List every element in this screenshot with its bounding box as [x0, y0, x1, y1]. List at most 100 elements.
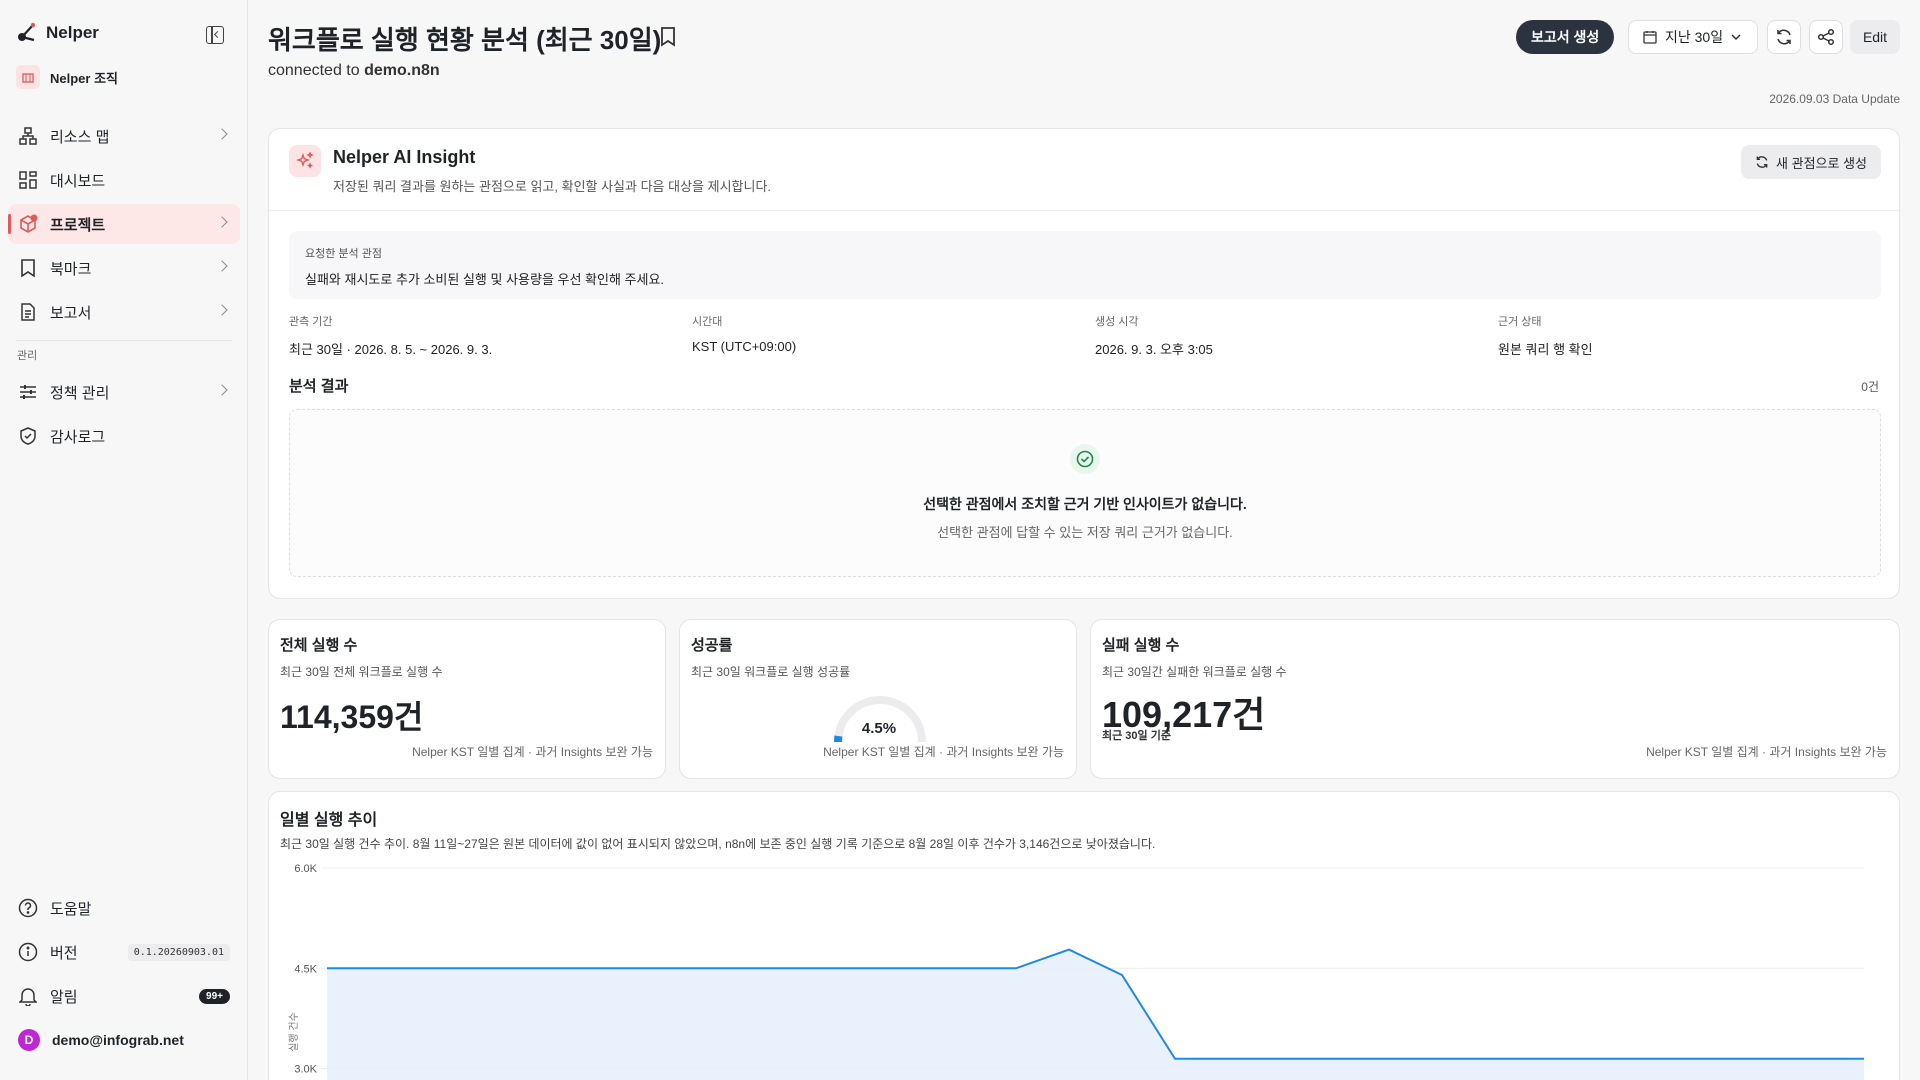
data-point[interactable]	[1014, 966, 1019, 971]
data-point[interactable]	[1120, 972, 1125, 977]
sidebar-item-resource-map[interactable]: 리소스 맵	[8, 116, 240, 156]
generate-report-button[interactable]: 보고서 생성	[1516, 20, 1615, 54]
chevron-down-icon	[1731, 34, 1741, 41]
result-title: 분석 결과	[289, 378, 349, 395]
alerts-badge: 99+	[199, 988, 230, 1004]
share-button[interactable]	[1809, 20, 1843, 54]
connection-prefix: connected to	[268, 62, 365, 79]
section-label-admin: 관리	[17, 350, 38, 362]
user-menu[interactable]: D demo@infograb.net	[8, 1020, 240, 1060]
sidebar-item-label: 북마크	[50, 260, 92, 278]
refresh-icon	[1777, 29, 1791, 45]
data-point[interactable]	[484, 966, 489, 971]
sidebar-item-report[interactable]: 보고서	[8, 292, 240, 332]
chevron-right-icon	[216, 128, 228, 140]
kpi-subtitle: 최근 30일간 실패한 워크플로 실행 수	[1102, 665, 1287, 679]
data-point[interactable]	[855, 966, 860, 971]
data-point[interactable]	[1173, 1056, 1178, 1061]
data-point[interactable]	[908, 966, 913, 971]
resource-map-icon	[18, 126, 38, 146]
sidebar-item-label: 도움말	[50, 900, 92, 918]
brand[interactable]: Nelper	[16, 22, 99, 44]
edit-button[interactable]: Edit	[1850, 20, 1900, 54]
org-name: Nelper 조직	[50, 70, 118, 86]
org-switcher[interactable]: Nelper 조직	[16, 65, 118, 89]
data-point[interactable]	[961, 966, 966, 971]
data-point[interactable]	[1279, 1056, 1284, 1061]
refresh-button[interactable]	[1767, 20, 1801, 54]
kpi-failed-executions: 실패 실행 수 최근 30일간 실패한 워크플로 실행 수 109,217건 최…	[1090, 619, 1900, 779]
kpi-title: 전체 실행 수	[280, 637, 358, 654]
data-point[interactable]	[537, 966, 542, 971]
new-perspective-button[interactable]: 새 관점으로 생성	[1741, 145, 1881, 179]
data-point[interactable]	[802, 966, 807, 971]
sidebar-item-help[interactable]: 도움말	[8, 888, 240, 928]
sidebar-item-audit-log[interactable]: 감사로그	[8, 416, 240, 456]
insight-header: Nelper AI Insight 저장된 쿼리 결과를 원하는 관점으로 읽고…	[269, 129, 1899, 211]
bookmark-toggle-icon[interactable]	[659, 26, 677, 48]
data-point[interactable]	[1862, 1056, 1867, 1061]
data-point[interactable]	[590, 966, 595, 971]
calendar-icon	[1643, 31, 1657, 44]
meta-label: 생성 시각	[1095, 316, 1139, 328]
data-point[interactable]	[1809, 1056, 1814, 1061]
data-point[interactable]	[1703, 1056, 1708, 1061]
y-tick-label: 3.0K	[294, 1064, 317, 1076]
meta-label: 관측 기간	[289, 316, 333, 328]
data-point[interactable]	[1544, 1056, 1549, 1061]
insight-description: 저장된 쿼리 결과를 원하는 관점으로 읽고, 확인할 사실과 다음 대상을 제…	[333, 179, 772, 194]
connection-target[interactable]: demo.n8n	[364, 62, 440, 79]
data-point[interactable]	[1226, 1056, 1231, 1061]
kpi-total-executions: 전체 실행 수 최근 30일 전체 워크플로 실행 수 114,359건 Nel…	[268, 619, 666, 779]
check-circle-icon	[1070, 444, 1100, 474]
data-point[interactable]	[1491, 1056, 1496, 1061]
bell-icon	[18, 986, 38, 1006]
bookmark-icon	[18, 258, 38, 278]
sidebar-item-label: 버전	[50, 944, 78, 962]
date-range-label: 지난 30일	[1665, 29, 1724, 45]
meta-label: 근거 상태	[1498, 316, 1542, 328]
date-range-select[interactable]: 지난 30일	[1628, 20, 1758, 54]
sidebar-item-dashboard[interactable]: 대시보드	[8, 160, 240, 200]
kpi-success-rate: 성공률 최근 30일 워크플로 실행 성공률 4.5% Nelper KST 일…	[679, 619, 1077, 779]
connection-info: connected to demo.n8n	[268, 62, 440, 80]
meta-evidence-status: 근거 상태 원본 쿼리 행 확인	[1498, 313, 1593, 358]
sidebar-item-label: 프로젝트	[50, 216, 106, 234]
help-circle-icon	[18, 898, 38, 918]
data-point[interactable]	[325, 966, 330, 971]
nelper-logo-icon	[18, 22, 36, 42]
version-tag: 0.1.20260903.01	[127, 943, 230, 961]
data-point[interactable]	[1597, 1056, 1602, 1061]
kpi-value: 4.5%	[861, 720, 897, 737]
user-email: demo@infograb.net	[52, 1032, 184, 1048]
sidebar-item-project[interactable]: 프로젝트	[8, 204, 240, 244]
sidebar-collapse-icon[interactable]	[206, 26, 224, 44]
kpi-title: 실패 실행 수	[1102, 637, 1180, 654]
sidebar-item-alerts[interactable]: 알림 99+	[8, 976, 240, 1016]
bottom-nav: 도움말 버전 0.1.20260903.01 알림 99+ D demo@inf…	[8, 888, 240, 1060]
data-point[interactable]	[1332, 1056, 1337, 1061]
ai-insight-card: Nelper AI Insight 저장된 쿼리 결과를 원하는 관점으로 읽고…	[268, 128, 1900, 599]
trend-title: 일별 실행 추이	[280, 812, 378, 829]
shield-check-icon	[18, 426, 38, 446]
sidebar-item-policy[interactable]: 정책 관리	[8, 372, 240, 412]
empty-title: 선택한 관점에서 조치할 근거 기반 인사이트가 없습니다.	[923, 496, 1247, 512]
data-point[interactable]	[1438, 1056, 1443, 1061]
data-point[interactable]	[378, 966, 383, 971]
kpi-subtitle: 최근 30일 워크플로 실행 성공률	[691, 665, 851, 679]
app-name: Nelper	[46, 23, 99, 42]
kpi-title: 성공률	[691, 637, 733, 654]
data-point[interactable]	[1650, 1056, 1655, 1061]
data-point[interactable]	[1756, 1056, 1761, 1061]
data-point[interactable]	[1385, 1056, 1390, 1061]
empty-state: 선택한 관점에서 조치할 근거 기반 인사이트가 없습니다. 선택한 관점에 답…	[289, 409, 1881, 577]
data-point[interactable]	[696, 966, 701, 971]
meta-label: 시간대	[692, 316, 723, 328]
meta-generated-at: 생성 시각 2026. 9. 3. 오후 3:05	[1095, 313, 1213, 358]
sidebar-item-bookmark[interactable]: 북마크	[8, 248, 240, 288]
data-point[interactable]	[1067, 947, 1072, 952]
data-point[interactable]	[431, 966, 436, 971]
empty-description: 선택한 관점에 답할 수 있는 저장 쿼리 근거가 없습니다.	[937, 525, 1233, 540]
data-point[interactable]	[643, 966, 648, 971]
data-point[interactable]	[749, 966, 754, 971]
